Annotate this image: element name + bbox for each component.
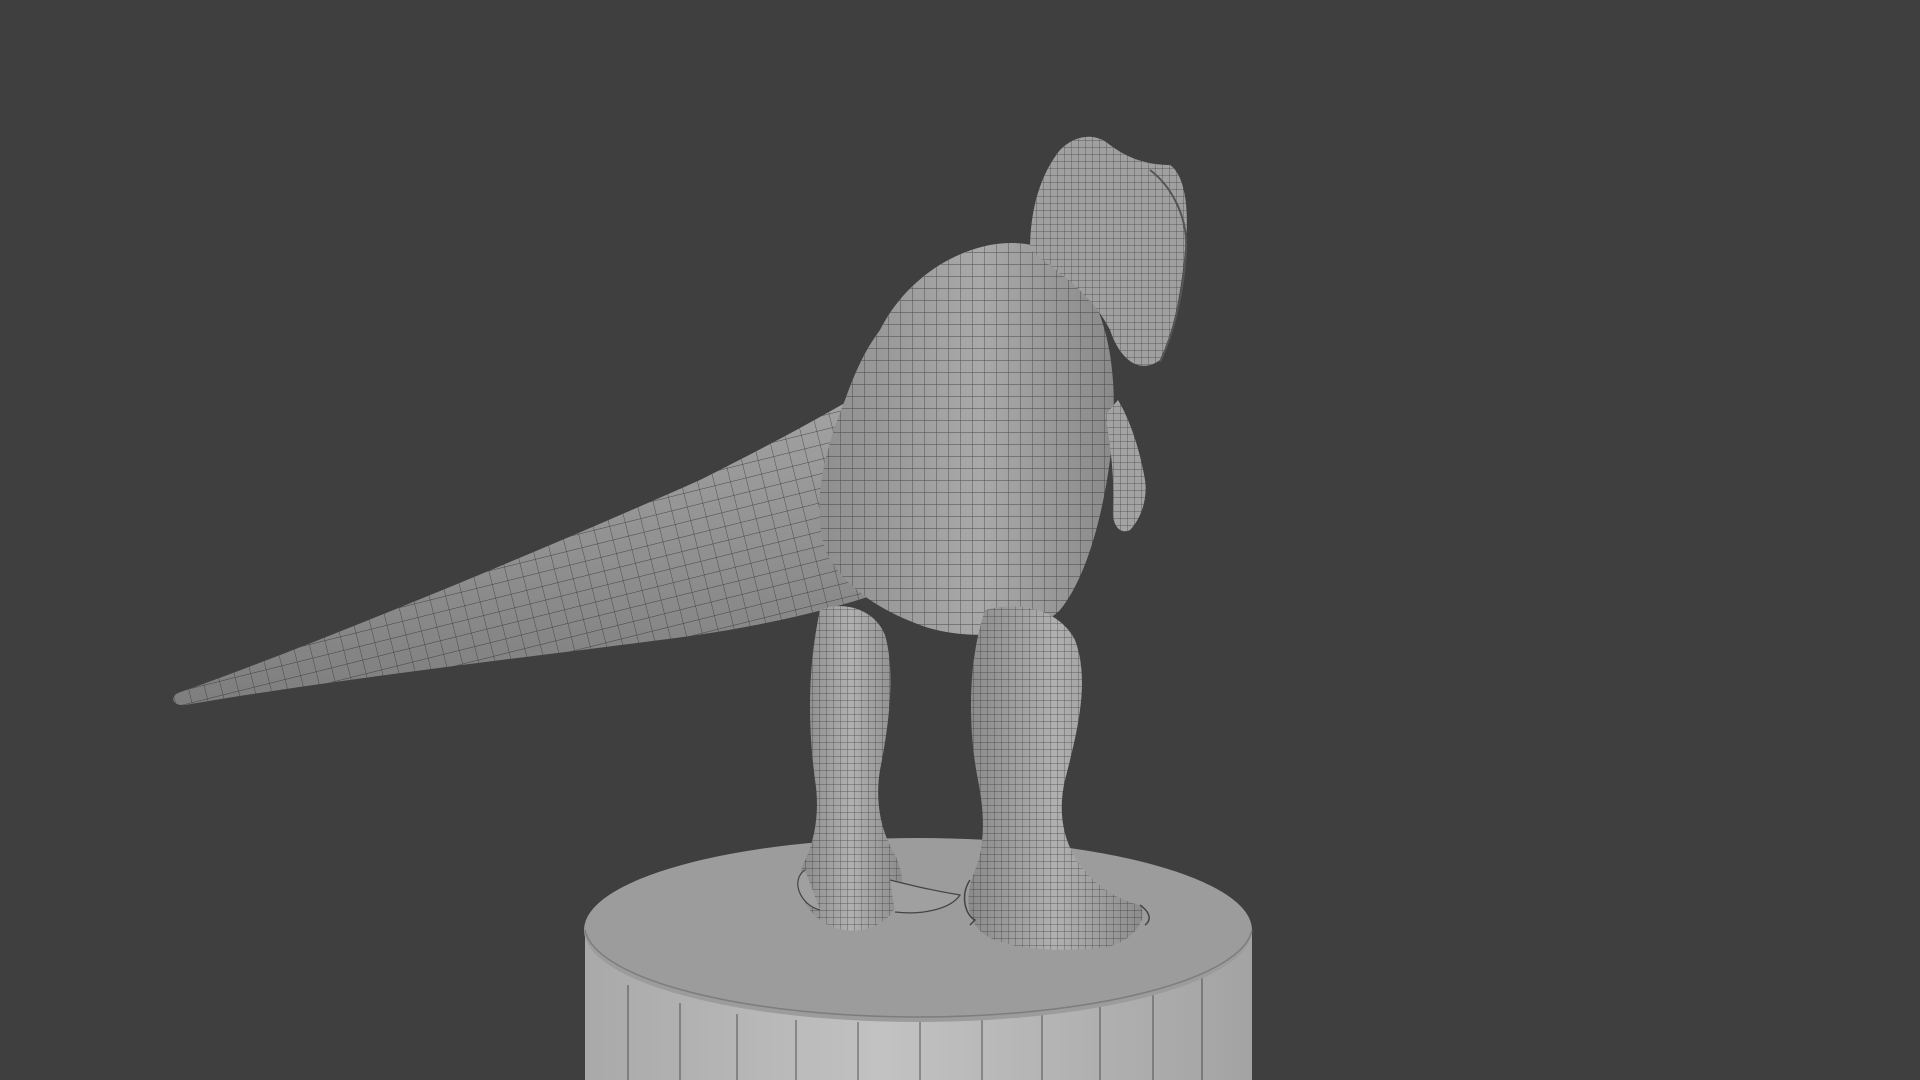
- trex-model[interactable]: [173, 136, 1188, 950]
- trex-arm: [1105, 400, 1146, 532]
- pedestal-cylinder[interactable]: [584, 838, 1253, 1080]
- viewport-canvas[interactable]: [0, 0, 1920, 1080]
- 3d-viewport[interactable]: [0, 0, 1920, 1080]
- trex-body: [819, 243, 1114, 635]
